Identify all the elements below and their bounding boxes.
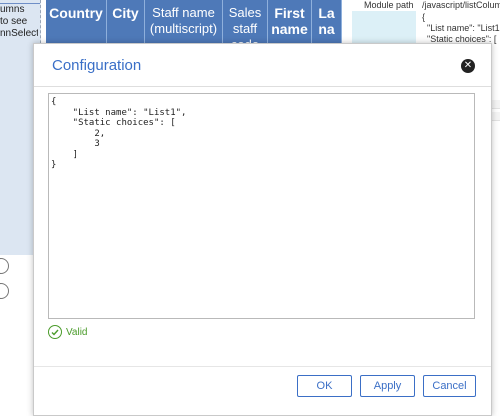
background-left-line: to see (0, 16, 28, 27)
validation-status: Valid (48, 325, 88, 339)
validation-text: Valid (66, 326, 88, 338)
background-left-line: umns (0, 4, 25, 15)
apply-button[interactable]: Apply (360, 375, 415, 397)
background-left-line: nnSelector ] (0, 28, 38, 39)
check-circle-icon (48, 325, 62, 339)
background-code: { "List name": "List1", "Static choices"… (422, 12, 500, 45)
dialog-title: Configuration (52, 57, 142, 74)
configuration-dialog: Configuration ✕ { "List name": "List1", … (33, 43, 492, 416)
background-code-line: "List name": "List1", (422, 23, 500, 33)
editor-line: ] (51, 149, 79, 160)
add-circle-icon[interactable] (0, 258, 9, 274)
editor-line: 3 (51, 139, 100, 149)
background-left-text: umns to see nnSelector ] (0, 4, 38, 40)
ok-button[interactable]: OK (297, 375, 352, 397)
cancel-button[interactable]: Cancel (423, 375, 476, 397)
editor-line: "Static choices": [ (51, 118, 176, 128)
module-path-label: Module path (364, 0, 414, 10)
editor-line: } (51, 160, 57, 170)
dialog-footer-divider (34, 366, 491, 367)
module-path-value: /javascript/listColumnSe (422, 0, 500, 10)
background-code-line: { (422, 12, 426, 22)
add-circle-icon[interactable] (0, 283, 9, 299)
close-icon[interactable]: ✕ (461, 59, 475, 73)
editor-line: { (51, 97, 57, 107)
dialog-divider (34, 86, 491, 87)
json-editor[interactable]: { "List name": "List1", "Static choices"… (48, 93, 475, 319)
editor-line: "List name": "List1", (51, 107, 187, 118)
editor-line: 2, (51, 128, 106, 139)
